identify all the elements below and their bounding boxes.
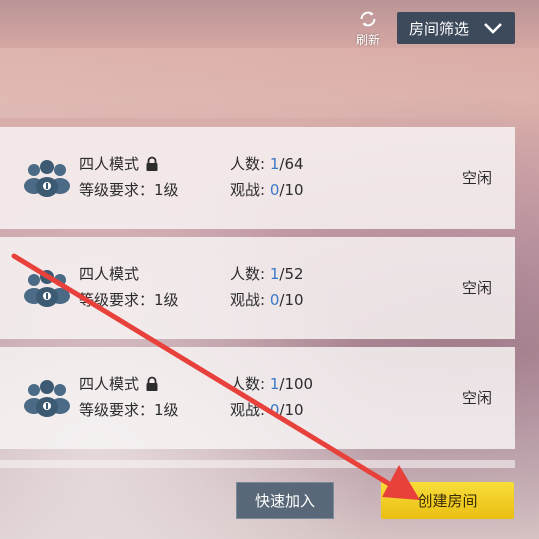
quick-join-button[interactable]: 快速加入	[236, 482, 334, 519]
room-status: 空闲	[462, 279, 493, 297]
room-row[interactable]: 四人模式 等级要求：1级 人数: 1/100 观战: 0/10 空闲	[0, 347, 515, 449]
room-filter-label: 房间筛选	[409, 19, 470, 38]
room-row[interactable]: 四人模式 等级要求：1级 人数: 1/64 观战: 0/10 空闲	[0, 127, 515, 229]
chevron-down-icon	[484, 23, 502, 34]
team-avatar-icon	[24, 380, 70, 417]
lock-icon	[146, 156, 158, 171]
refresh-icon	[360, 11, 376, 27]
team-avatar-icon	[24, 160, 70, 197]
list-end-strip	[0, 460, 515, 468]
room-mode-label: 四人模式	[79, 155, 140, 173]
room-status: 空闲	[462, 169, 493, 187]
room-mode: 四人模式	[79, 373, 159, 394]
room-mode: 四人模式	[79, 263, 139, 284]
player-count: 人数: 1/52	[230, 265, 304, 283]
room-mode-label: 四人模式	[79, 375, 140, 393]
room-mode-label: 四人模式	[79, 265, 140, 283]
spectator-count: 观战: 0/10	[230, 401, 304, 419]
create-room-button[interactable]: 创建房间	[381, 482, 514, 519]
player-count: 人数: 1/64	[230, 155, 304, 173]
spectator-count: 观战: 0/10	[230, 291, 304, 309]
level-requirement: 等级要求：1级	[79, 181, 179, 199]
room-row[interactable]: 四人模式 等级要求：1级 人数: 1/52 观战: 0/10 空闲	[0, 237, 515, 339]
room-mode: 四人模式	[79, 153, 159, 174]
team-avatar-icon	[24, 270, 70, 307]
header-strip	[0, 48, 539, 118]
refresh-label: 刷新	[355, 33, 380, 47]
spectator-count: 观战: 0/10	[230, 181, 304, 199]
refresh-button[interactable]: 刷新	[350, 8, 386, 50]
room-filter-dropdown[interactable]: 房间筛选	[397, 12, 515, 44]
room-status: 空闲	[462, 389, 493, 407]
level-requirement: 等级要求：1级	[79, 401, 179, 419]
lock-icon	[146, 376, 158, 391]
player-count: 人数: 1/100	[230, 375, 314, 393]
level-requirement: 等级要求：1级	[79, 291, 179, 309]
